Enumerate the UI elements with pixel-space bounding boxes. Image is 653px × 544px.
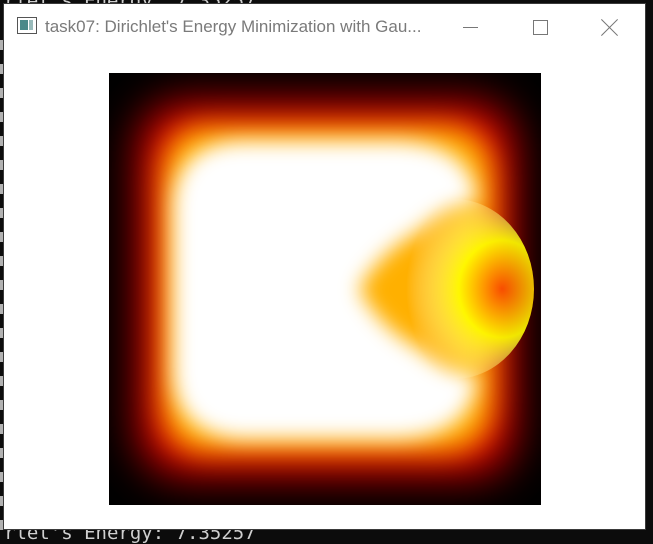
- app-window: task07: Dirichlet's Energy Minimization …: [4, 4, 645, 529]
- minimize-button[interactable]: [440, 4, 500, 50]
- close-button[interactable]: [580, 4, 640, 50]
- heatmap-image: [109, 73, 541, 505]
- render-canvas[interactable]: [109, 73, 541, 505]
- minimize-icon: [462, 26, 478, 28]
- title-bar[interactable]: task07: Dirichlet's Energy Minimization …: [4, 4, 645, 50]
- app-window-icon[interactable]: [17, 17, 37, 34]
- window-title: task07: Dirichlet's Energy Minimization …: [45, 17, 422, 36]
- close-icon: [601, 18, 619, 36]
- maximize-button[interactable]: [510, 4, 570, 50]
- maximize-icon: [532, 19, 548, 35]
